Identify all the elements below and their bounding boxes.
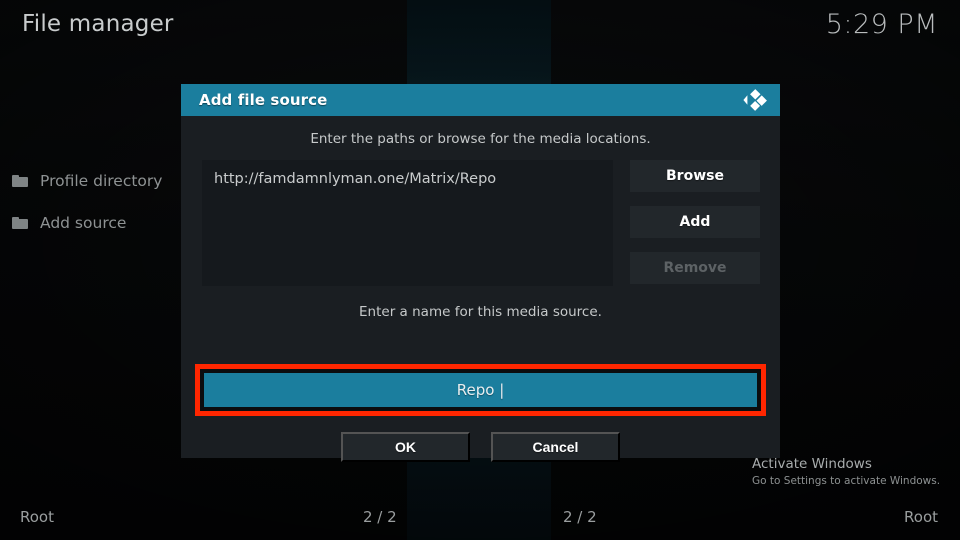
dialog-title-bar: Add file source: [181, 84, 780, 116]
add-button[interactable]: Add: [630, 206, 760, 238]
folder-icon: [12, 175, 28, 187]
page-title: File manager: [22, 11, 174, 37]
paths-row: http://famdamnlyman.one/Matrix/Repo Brow…: [181, 147, 780, 286]
source-name-input[interactable]: Repo |: [204, 373, 757, 407]
status-left-path: Root: [20, 508, 54, 526]
dialog-title: Add file source: [199, 91, 328, 109]
top-bar: File manager 5:29 PM: [0, 0, 960, 48]
add-file-source-dialog: Add file source Enter the paths or brows…: [181, 84, 780, 462]
name-field-highlight-annotation: Repo |: [195, 364, 766, 416]
clock: 5:29 PM: [825, 8, 938, 40]
name-field-focus-ring: Repo |: [200, 369, 761, 411]
sidebar-item-add-source[interactable]: Add source: [0, 202, 182, 244]
paths-list[interactable]: http://famdamnlyman.one/Matrix/Repo: [202, 160, 613, 286]
status-right-count: 2 / 2: [563, 508, 597, 526]
status-right-path: Root: [904, 508, 938, 526]
dialog-footer-buttons: OK Cancel: [181, 432, 780, 462]
kodi-logo-icon: [740, 88, 768, 112]
status-bar: Root 2 / 2 2 / 2 Root: [0, 494, 960, 540]
watermark-subtitle: Go to Settings to activate Windows.: [752, 474, 941, 487]
paths-hint: Enter the paths or browse for the media …: [310, 131, 651, 147]
watermark-title: Activate Windows: [752, 456, 872, 472]
sidebar-item-label: Profile directory: [40, 172, 163, 190]
cancel-button[interactable]: Cancel: [491, 432, 620, 462]
kodi-file-manager-screen: File manager 5:29 PM Profile directory A…: [0, 0, 960, 540]
folder-icon: [12, 217, 28, 229]
dialog-body: Enter the paths or browse for the media …: [181, 116, 780, 462]
name-hint: Enter a name for this media source.: [359, 304, 602, 320]
remove-button: Remove: [630, 252, 760, 284]
status-left-count: 2 / 2: [363, 508, 397, 526]
sidebar-item-profile-directory[interactable]: Profile directory: [0, 160, 182, 202]
ok-button[interactable]: OK: [341, 432, 470, 462]
sidebar: Profile directory Add source: [0, 160, 182, 244]
list-item[interactable]: http://famdamnlyman.one/Matrix/Repo: [214, 169, 601, 189]
windows-activation-watermark: Activate Windows Go to Settings to activ…: [752, 456, 940, 488]
paths-side-buttons: Browse Add Remove: [630, 160, 760, 286]
browse-button[interactable]: Browse: [630, 160, 760, 192]
sidebar-item-label: Add source: [40, 214, 127, 232]
